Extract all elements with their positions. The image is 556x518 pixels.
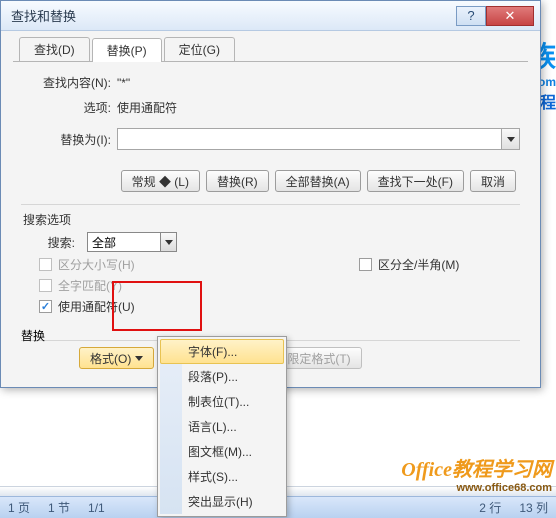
menu-item-tabs[interactable]: 制表位(T)... [160, 389, 284, 414]
checkbox-match-case: 区分大小写(H) [39, 256, 199, 273]
checkbox-whole-word: 全字匹配(Y) [39, 277, 199, 294]
checkbox-use-wildcards[interactable]: ✓使用通配符(U) [39, 298, 199, 315]
tabs: 查找(D) 替换(P) 定位(G) [13, 37, 528, 62]
options-value: 使用通配符 [117, 99, 520, 116]
tab-find[interactable]: 查找(D) [19, 37, 90, 61]
scope-dropdown-button[interactable] [160, 233, 176, 251]
dialog-title: 查找和替换 [11, 6, 456, 25]
menu-item-highlight[interactable]: 突出显示(H) [160, 489, 284, 514]
tab-replace[interactable]: 替换(P) [92, 38, 162, 62]
help-button[interactable]: ? [456, 6, 486, 26]
tab-goto[interactable]: 定位(G) [164, 37, 235, 61]
menu-item-font[interactable]: 字体(F)... [160, 339, 284, 364]
menu-item-language[interactable]: 语言(L)... [160, 414, 284, 439]
replace-section-label: 替换 [21, 327, 71, 344]
chevron-down-icon [165, 240, 173, 245]
status-section: 1 节 [48, 499, 70, 516]
replace-button[interactable]: 替换(R) [206, 170, 269, 192]
status-line: 2 行 [479, 499, 501, 516]
cancel-button[interactable]: 取消 [470, 170, 516, 192]
find-replace-dialog: 查找和替换 ? ✕ 查找(D) 替换(P) 定位(G) 查找内容(N): "*"… [0, 0, 541, 388]
search-scope-value: 全部 [92, 234, 116, 251]
less-button[interactable]: 常规 ◆ (L) [121, 170, 200, 192]
menu-item-style[interactable]: 样式(S)... [160, 464, 284, 489]
chevron-down-icon [135, 356, 143, 361]
search-scope-select[interactable]: 全部 [87, 232, 177, 252]
options-label: 选项: [21, 99, 117, 116]
replace-input[interactable] [117, 128, 520, 150]
titlebar[interactable]: 查找和替换 ? ✕ [1, 1, 540, 31]
menu-item-frame[interactable]: 图文框(M)... [160, 439, 284, 464]
find-label: 查找内容(N): [21, 74, 117, 91]
close-button[interactable]: ✕ [486, 6, 534, 26]
office-brand: Office教程学习网 www.office68.com [401, 453, 552, 494]
search-label: 搜索: [21, 234, 81, 251]
format-dropdown-menu: 字体(F)... 段落(P)... 制表位(T)... 语言(L)... 图文框… [157, 336, 287, 517]
menu-item-paragraph[interactable]: 段落(P)... [160, 364, 284, 389]
format-button[interactable]: 格式(O) [79, 347, 154, 369]
find-value: "*" [117, 76, 520, 90]
replace-all-button[interactable]: 全部替换(A) [275, 170, 361, 192]
status-pages: 1/1 [88, 501, 105, 515]
search-options-label: 搜索选项 [23, 211, 520, 228]
find-next-button[interactable]: 查找下一处(F) [367, 170, 464, 192]
replace-label: 替换为(I): [21, 131, 117, 148]
chevron-down-icon [507, 137, 515, 142]
status-col: 13 列 [519, 499, 548, 516]
status-page: 1 页 [8, 499, 30, 516]
replace-dropdown-button[interactable] [501, 129, 519, 149]
checkbox-match-halfwidth[interactable]: 区分全/半角(M) [359, 256, 459, 273]
